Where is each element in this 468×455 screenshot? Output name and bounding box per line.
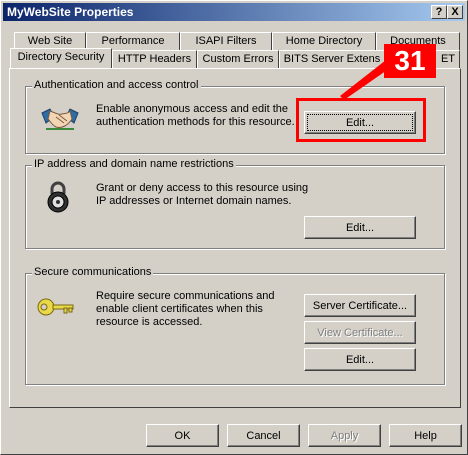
- tab-isapi-filters[interactable]: ISAPI Filters: [180, 32, 272, 50]
- view-certificate-button: View Certificate...: [304, 321, 416, 344]
- key-icon: [37, 298, 74, 316]
- secure-group-label: Secure communications: [32, 266, 154, 278]
- ip-description: Grant or deny access to this resource us…: [96, 182, 309, 207]
- cancel-button[interactable]: Cancel: [227, 424, 300, 447]
- apply-button: Apply: [308, 424, 381, 447]
- tab-home-directory[interactable]: Home Directory: [272, 32, 376, 50]
- tab-http-headers[interactable]: HTTP Headers: [112, 50, 197, 68]
- ok-button[interactable]: OK: [146, 424, 219, 447]
- annotation-pointer: [340, 60, 390, 100]
- title-bar[interactable]: MyWebSite Properties ? X: [3, 3, 465, 21]
- help-title-button[interactable]: ?: [431, 5, 447, 19]
- annotation-highlight-box: [296, 98, 426, 142]
- close-title-button[interactable]: X: [447, 5, 463, 19]
- help-button[interactable]: Help: [389, 424, 462, 447]
- ip-restrictions-group: IP address and domain name restrictions …: [25, 158, 445, 249]
- auth-description: Enable anonymous access and edit the aut…: [96, 103, 295, 128]
- secure-communications-group: Secure communications Require secure com…: [25, 266, 445, 385]
- padlock-icon: [47, 181, 69, 213]
- tab-custom-errors[interactable]: Custom Errors: [197, 50, 279, 68]
- annotation-step-number: 31: [384, 44, 436, 78]
- tab-directory-security[interactable]: Directory Security: [10, 48, 112, 68]
- auth-group-label: Authentication and access control: [32, 79, 201, 91]
- ip-edit-button[interactable]: Edit...: [304, 216, 416, 239]
- server-certificate-button[interactable]: Server Certificate...: [304, 294, 416, 317]
- window-title: MyWebSite Properties: [7, 5, 134, 19]
- secure-description: Require secure communications and enable…: [96, 290, 275, 328]
- handshake-icon: [41, 108, 79, 130]
- secure-edit-button[interactable]: Edit...: [304, 348, 416, 371]
- ip-group-label: IP address and domain name restrictions: [32, 158, 236, 170]
